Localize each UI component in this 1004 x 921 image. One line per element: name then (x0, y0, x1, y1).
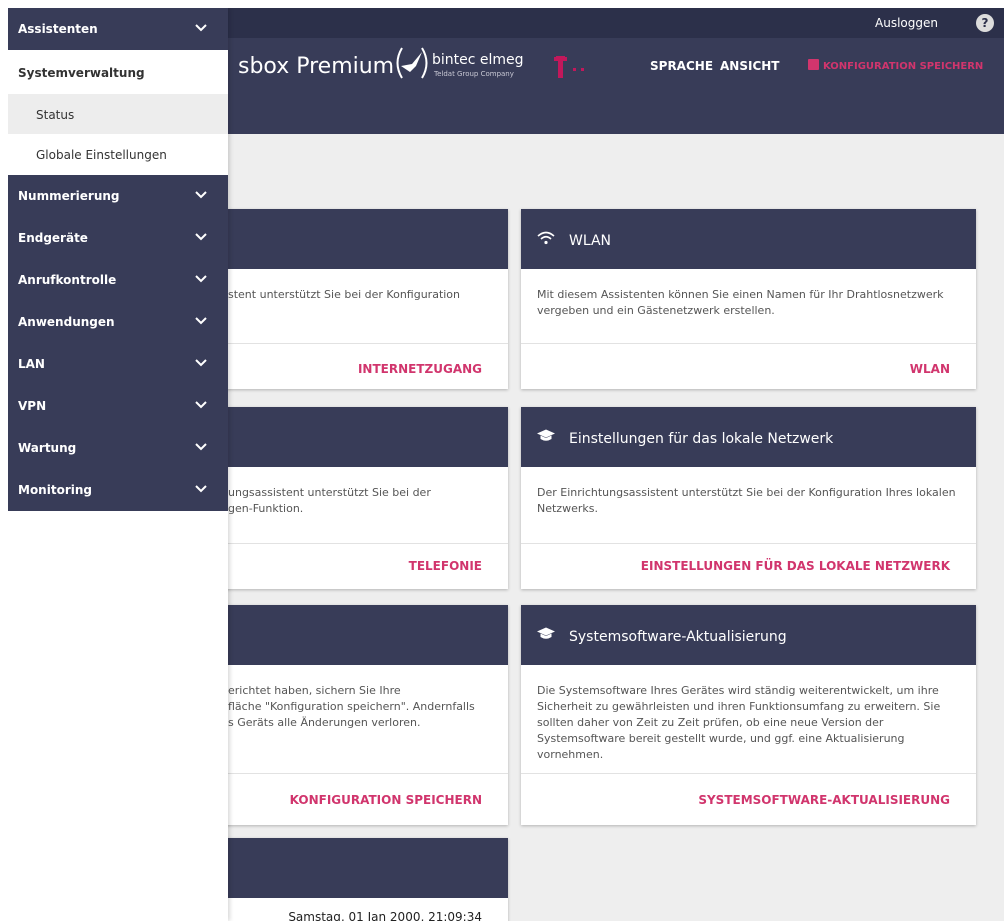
telephony-link[interactable]: TELEFONIE (409, 559, 482, 573)
menu-anwendungen[interactable]: Anwendungen (8, 301, 228, 343)
telekom-logo-icon (554, 56, 604, 82)
menu-systemverwaltung[interactable]: Systemverwaltung (8, 52, 228, 94)
card-save-body-line: fläche "Konfiguration speichern". Andern… (228, 700, 475, 713)
card-local-network-title: Einstellungen für das lokale Netzwerk (569, 431, 834, 447)
menu-label: Systemverwaltung (18, 66, 145, 80)
save-configuration-button[interactable]: KONFIGURATION SPEICHERN (808, 59, 983, 72)
system-software-link[interactable]: SYSTEMSOFTWARE-AKTUALISIERUNG (698, 793, 950, 807)
menu-label: Wartung (18, 441, 77, 455)
chevron-down-icon (195, 191, 207, 199)
card-divider (521, 773, 976, 774)
view-menu[interactable]: ANSICHT (720, 59, 779, 73)
card-telephony-body-line: ungsassistent unterstützt Sie bei der (228, 486, 431, 499)
chevron-down-icon (195, 401, 207, 409)
card-divider (521, 543, 976, 544)
menu-label: Nummerierung (18, 189, 120, 203)
card-save-body: erichtet haben, sichern Sie Ihre fläche … (228, 683, 492, 731)
card-system-software: Systemsoftware-Aktualisierung Die System… (521, 605, 976, 825)
card-telephony-body-line: gen-Funktion. (228, 502, 304, 515)
save-disk-icon (808, 59, 819, 70)
chevron-down-icon (195, 359, 207, 367)
chevron-down-icon (195, 485, 207, 493)
system-date: Samstag, 01 Jan 2000, 21:09:34 (288, 910, 482, 921)
menu-nummerierung[interactable]: Nummerierung (8, 175, 228, 217)
card-header: WLAN (521, 209, 976, 269)
card-telephony-body: ungsassistent unterstützt Sie bei der ge… (228, 485, 492, 517)
logo-subtitle: Teldat Group Company (434, 70, 514, 78)
card-wlan-body: Mit diesem Assistenten können Sie einen … (537, 288, 944, 317)
menu-label: LAN (18, 357, 45, 371)
logout-link[interactable]: Ausloggen (875, 16, 938, 30)
chevron-down-icon (195, 443, 207, 451)
chevron-down-icon (195, 24, 207, 32)
graduation-cap-icon (537, 429, 555, 447)
menu-endgeraete[interactable]: Endgeräte (8, 217, 228, 259)
internet-access-link[interactable]: INTERNETZUGANG (358, 362, 482, 376)
card-save-body-line: erichtet haben, sichern Sie Ihre (228, 684, 401, 697)
save-configuration-link[interactable]: KONFIGURATION SPEICHERN (290, 793, 482, 807)
logo-name: bintec elmeg (432, 52, 524, 68)
app-window: Ausloggen ? sbox Premium bintec elmeg Te… (8, 8, 1004, 921)
menu-lan[interactable]: LAN (8, 343, 228, 385)
card-header: Einstellungen für das lokale Netzwerk (521, 407, 976, 467)
menu-label: Status (36, 108, 75, 122)
side-menu: Assistenten Systemverwaltung Status Glob… (8, 8, 228, 921)
language-menu[interactable]: SPRACHE (650, 59, 713, 73)
menu-label: VPN (18, 399, 47, 413)
menu-label: Assistenten (18, 22, 98, 36)
menu-label: Monitoring (18, 483, 92, 497)
menu-assistenten[interactable]: Assistenten (8, 8, 228, 50)
card-divider (521, 343, 976, 344)
wifi-icon (537, 231, 555, 249)
menu-monitoring[interactable]: Monitoring (8, 469, 228, 511)
graduation-cap-icon (537, 627, 555, 645)
card-wlan-title: WLAN (569, 233, 612, 249)
product-name: sbox Premium (238, 54, 395, 79)
menu-label: Endgeräte (18, 231, 88, 245)
card-header: Systemsoftware-Aktualisierung (521, 605, 976, 665)
local-network-link[interactable]: EINSTELLUNGEN FÜR DAS LOKALE NETZWERK (641, 559, 950, 573)
brand-logo: bintec elmeg Teldat Group Company (392, 44, 524, 86)
card-system-software-title: Systemsoftware-Aktualisierung (569, 629, 787, 645)
save-configuration-label: KONFIGURATION SPEICHERN (823, 61, 984, 72)
card-internet-body: stent unterstützt Sie bei der Konfigurat… (228, 288, 461, 301)
card-system-software-body: Die Systemsoftware Ihres Gerätes wird st… (537, 684, 941, 761)
menu-item-status[interactable]: Status (8, 94, 228, 136)
card-local-network-body: Der Einrichtungsassistent unterstützt Si… (537, 486, 956, 515)
menu-label: Anwendungen (18, 315, 115, 329)
help-icon[interactable]: ? (976, 14, 994, 32)
chevron-down-icon (195, 275, 207, 283)
menu-item-global-settings[interactable]: Globale Einstellungen (8, 134, 228, 176)
menu-label: Globale Einstellungen (36, 148, 167, 162)
wlan-link[interactable]: WLAN (910, 362, 950, 376)
chevron-down-icon (195, 317, 207, 325)
menu-anrufkontrolle[interactable]: Anrufkontrolle (8, 259, 228, 301)
chevron-down-icon (195, 233, 207, 241)
menu-wartung[interactable]: Wartung (8, 427, 228, 469)
card-save-body-line: s Geräts alle Änderungen verloren. (228, 716, 421, 729)
menu-label: Anrufkontrolle (18, 273, 117, 287)
menu-vpn[interactable]: VPN (8, 385, 228, 427)
bird-logo-icon (396, 47, 428, 79)
card-local-network: Einstellungen für das lokale Netzwerk De… (521, 407, 976, 589)
card-wlan: WLAN Mit diesem Assistenten können Sie e… (521, 209, 976, 389)
